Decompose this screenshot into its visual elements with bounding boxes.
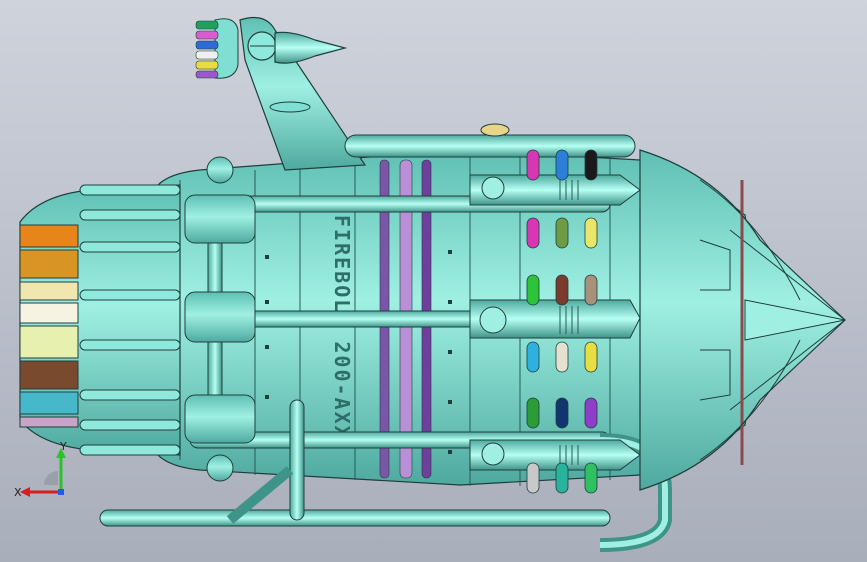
engine-3d-model[interactable]: FIREBOLT 200-AXX bbox=[0, 0, 867, 562]
cad-3d-viewport[interactable]: FIREBOLT 200-AXX bbox=[0, 0, 867, 562]
capsule bbox=[584, 274, 598, 306]
intake-fins bbox=[19, 224, 79, 428]
capsule bbox=[584, 341, 598, 373]
z-axis-marker bbox=[58, 489, 64, 495]
upper-tail-fin bbox=[214, 17, 367, 171]
capsule bbox=[555, 397, 569, 429]
injector-blocks bbox=[184, 156, 256, 482]
capsule bbox=[526, 149, 540, 181]
exhaust-cone bbox=[639, 149, 846, 491]
capsule bbox=[584, 462, 598, 494]
capsule bbox=[584, 149, 598, 181]
capsule bbox=[555, 149, 569, 181]
capsule bbox=[555, 341, 569, 373]
orientation-triad[interactable]: Y X bbox=[14, 440, 84, 510]
capsule bbox=[526, 217, 540, 249]
capsule bbox=[555, 274, 569, 306]
x-axis-label: X bbox=[14, 486, 22, 499]
capsule bbox=[526, 341, 540, 373]
capsule bbox=[584, 397, 598, 429]
y-axis-label: Y bbox=[59, 440, 67, 453]
triad-base-icon bbox=[44, 471, 58, 485]
gold-cap bbox=[480, 123, 510, 137]
capsule bbox=[584, 217, 598, 249]
capsule bbox=[526, 462, 540, 494]
capsule bbox=[526, 397, 540, 429]
capsule bbox=[555, 462, 569, 494]
capsule bbox=[555, 217, 569, 249]
capsule bbox=[526, 274, 540, 306]
